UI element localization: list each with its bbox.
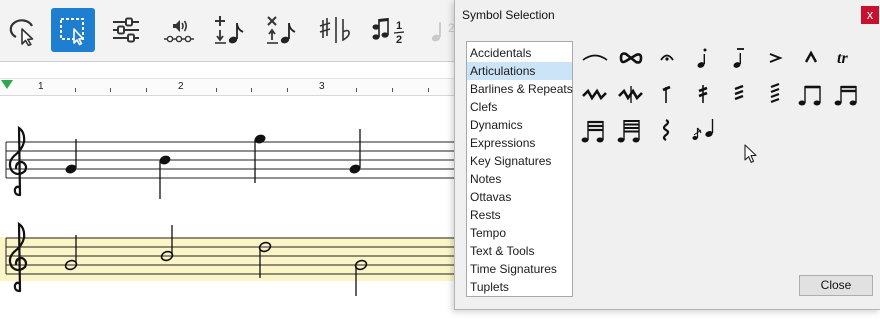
audio-playback-icon[interactable] — [157, 8, 201, 52]
turn-icon[interactable] — [613, 41, 649, 77]
ruler-measure-3: 3 — [319, 81, 325, 92]
ruler[interactable]: 1 2 3 — [0, 78, 456, 96]
symbol-grid: tr — [577, 41, 877, 151]
tuplet-number-top: 1 — [396, 20, 402, 32]
fermata-icon[interactable] — [649, 41, 685, 77]
beamed-64ths-icon[interactable] — [613, 113, 649, 149]
category-item-key-signatures[interactable]: Key Signatures — [467, 152, 572, 170]
close-button[interactable]: Close — [799, 275, 873, 296]
treble-clef-icon — [8, 125, 28, 197]
beamed-32nds-icon[interactable] — [577, 113, 613, 149]
slur-icon[interactable] — [577, 41, 613, 77]
lasso-select-icon[interactable] — [0, 8, 44, 52]
ruler-tick — [356, 88, 357, 92]
category-item-ottavas[interactable]: Ottavas — [467, 188, 572, 206]
ruler-measure-1: 1 — [38, 81, 44, 92]
mouse-cursor-icon — [744, 144, 757, 163]
trill-icon[interactable]: tr — [829, 41, 865, 77]
category-item-barlines-repeats[interactable]: Barlines & Repeats — [467, 80, 573, 98]
trill-label: tr — [837, 50, 848, 67]
arpeggio-icon[interactable] — [649, 113, 685, 149]
category-item-tempo[interactable]: Tempo — [467, 224, 572, 242]
beamed-sixteenths-icon[interactable] — [829, 77, 865, 113]
ruler-tick — [392, 88, 393, 92]
category-item-dynamics[interactable]: Dynamics — [467, 116, 572, 134]
dialog-titlebar[interactable]: Symbol Selection x — [455, 0, 880, 30]
tremolo-1-icon[interactable] — [649, 77, 685, 113]
symbol-selection-dialog: Symbol Selection x Accidentals Articulat… — [454, 0, 880, 310]
category-item-rests[interactable]: Rests — [467, 206, 572, 224]
inverted-mordent-icon[interactable] — [613, 77, 649, 113]
delete-note-icon[interactable] — [261, 8, 305, 52]
category-item-text-tools[interactable]: Text & Tools — [467, 242, 572, 260]
accent-icon[interactable] — [757, 41, 793, 77]
add-note-icon[interactable] — [209, 8, 253, 52]
category-item-clefs[interactable]: Clefs — [467, 98, 572, 116]
ruler-measure-2: 2 — [178, 81, 184, 92]
category-item-tuplets[interactable]: Tuplets — [467, 278, 572, 296]
beamed-eighths-icon[interactable] — [793, 77, 829, 113]
grace-note-icon[interactable] — [685, 113, 721, 149]
ruler-tick — [216, 88, 217, 92]
tremolo-4-icon[interactable] — [757, 77, 793, 113]
ruler-tick — [287, 88, 288, 92]
ruler-tick — [146, 88, 147, 92]
category-item-notes[interactable]: Notes — [467, 170, 572, 188]
category-item-expressions[interactable]: Expressions — [467, 134, 572, 152]
tuplet-icon[interactable]: 12 — [366, 8, 410, 52]
playhead-marker-icon[interactable] — [0, 80, 14, 90]
staccato-icon[interactable] — [685, 41, 721, 77]
category-item-time-signatures[interactable]: Time Signatures — [467, 260, 572, 278]
ruler-tick — [251, 88, 252, 92]
tenuto-icon[interactable] — [721, 41, 757, 77]
treble-clef-icon — [8, 221, 28, 293]
category-item-accidentals[interactable]: Accidentals — [467, 44, 572, 62]
score-area[interactable] — [0, 97, 456, 330]
marquee-select-icon[interactable] — [51, 8, 95, 52]
tremolo-2-icon[interactable] — [685, 77, 721, 113]
marcato-icon[interactable] — [793, 41, 829, 77]
note[interactable] — [348, 129, 361, 175]
tremolo-3-icon[interactable] — [721, 77, 757, 113]
note[interactable] — [64, 139, 77, 175]
ruler-tick — [75, 88, 76, 92]
mixer-sliders-icon[interactable] — [104, 8, 148, 52]
ruler-tick — [428, 88, 429, 92]
tuplet-number-bottom: 2 — [396, 34, 402, 46]
accidentals-icon[interactable] — [314, 8, 358, 52]
mordent-icon[interactable] — [577, 77, 613, 113]
staff-1[interactable] — [5, 141, 456, 179]
ruler-tick — [110, 88, 111, 92]
dialog-title: Symbol Selection — [462, 8, 555, 22]
close-icon[interactable]: x — [861, 6, 879, 24]
category-list[interactable]: Accidentals Articulations Barlines & Rep… — [466, 41, 573, 297]
note[interactable] — [158, 154, 171, 199]
category-item-articulations[interactable]: Articulations — [467, 62, 572, 80]
note[interactable] — [253, 133, 266, 183]
